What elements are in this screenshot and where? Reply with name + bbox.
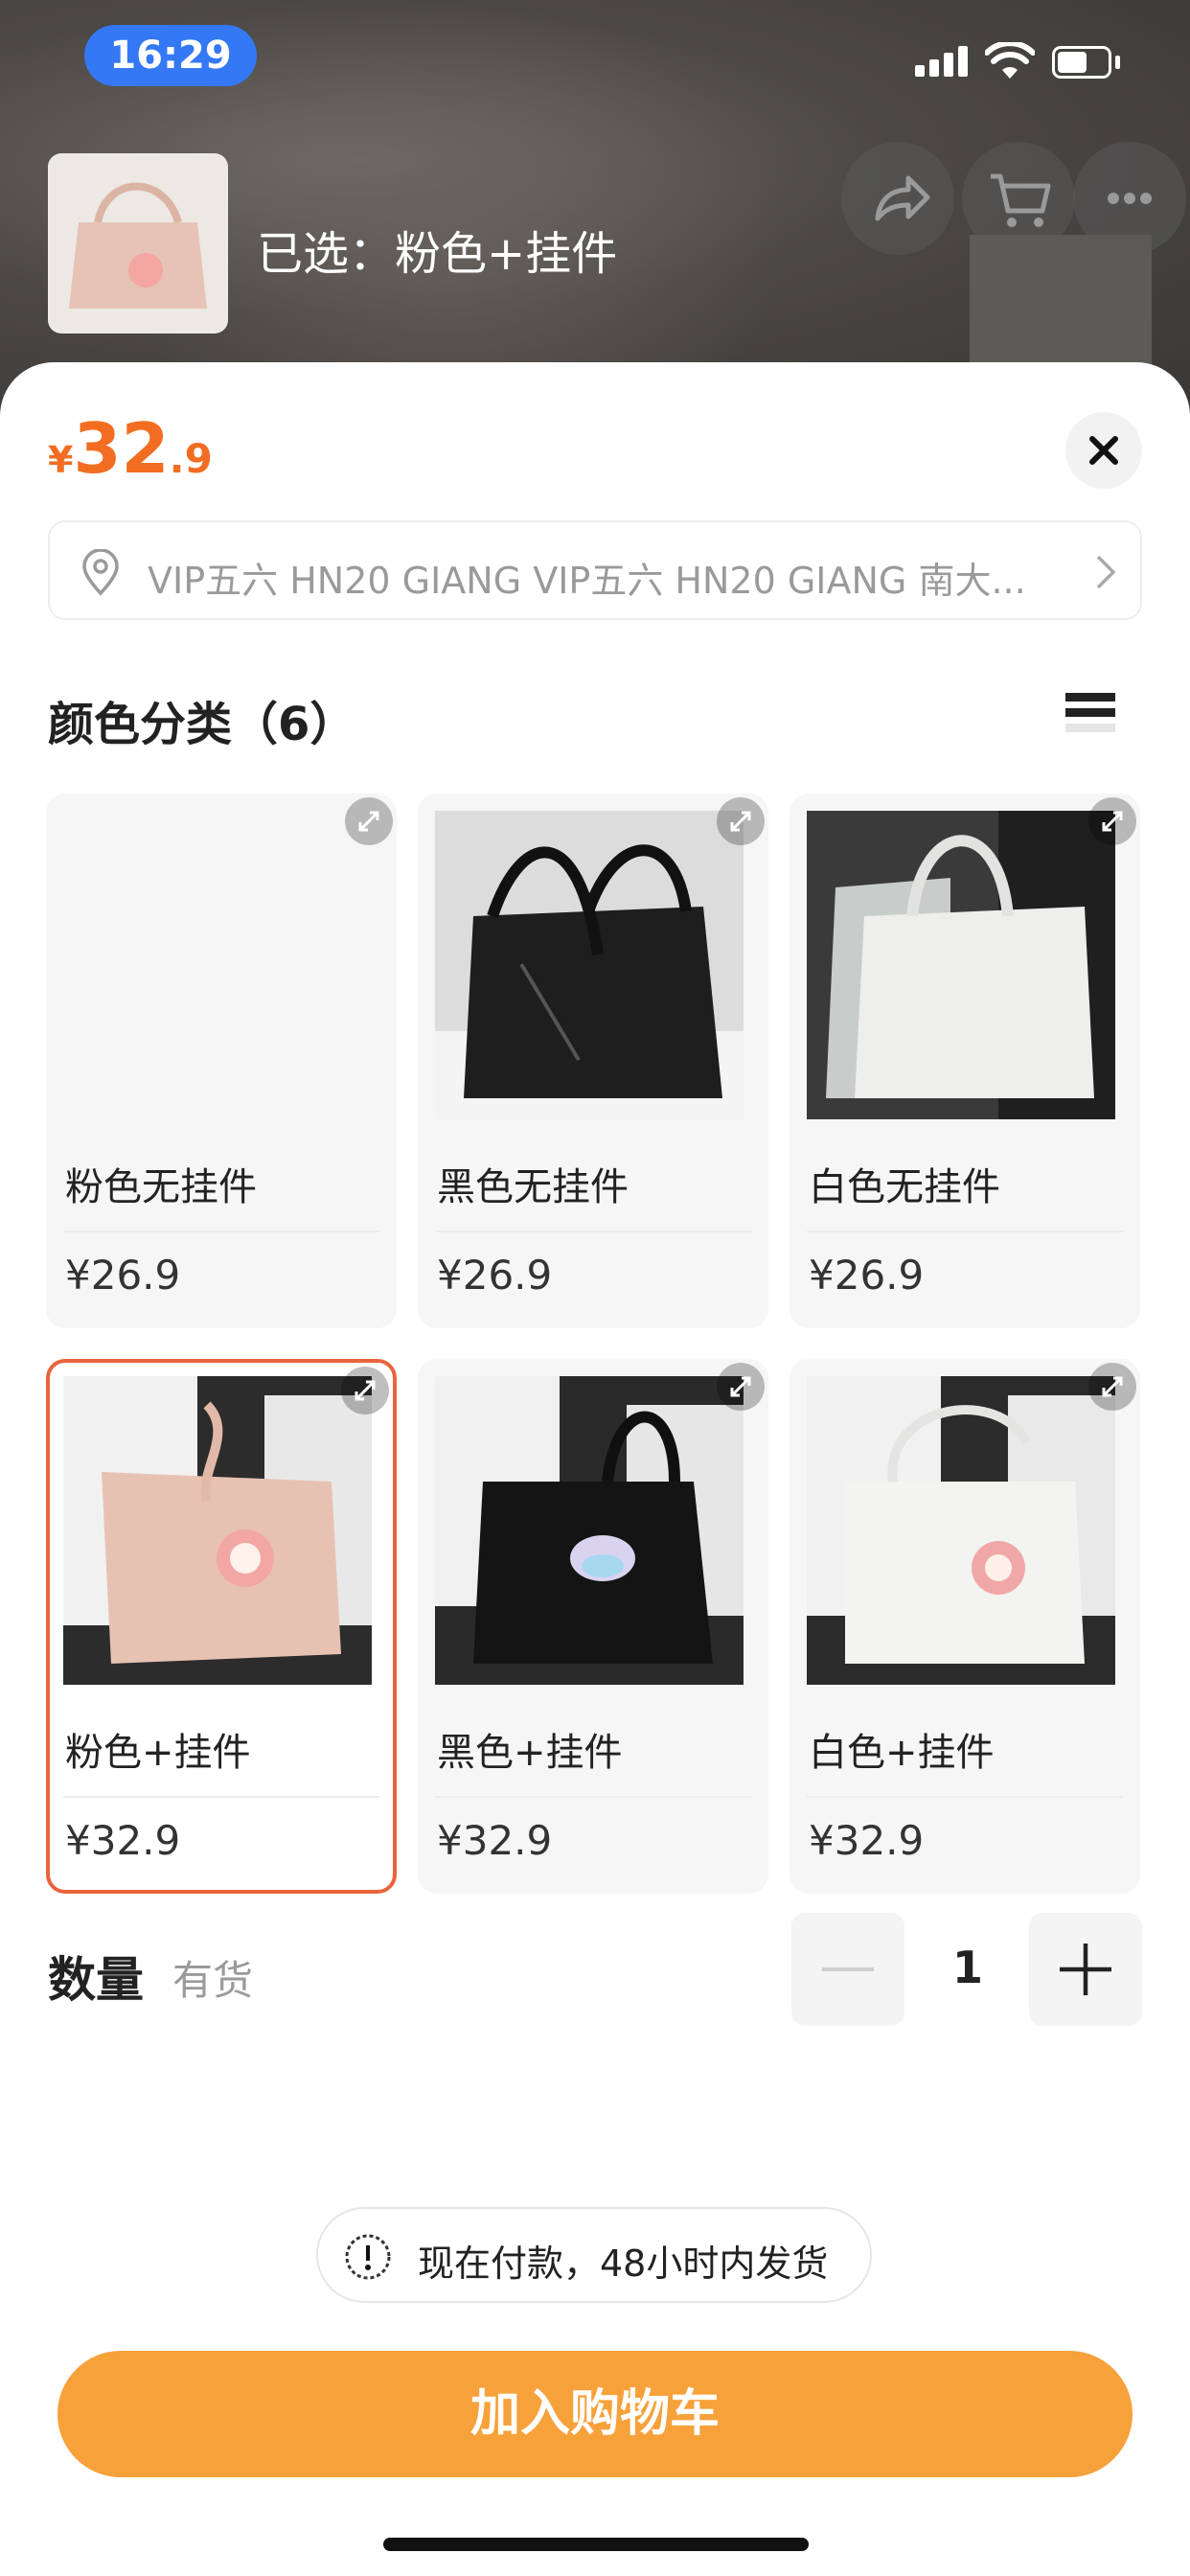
variant-card-black-charm[interactable]: 黑色+挂件 ¥32.9 [418, 1359, 768, 1894]
background-photo [970, 235, 1152, 379]
close-button[interactable] [1065, 412, 1142, 489]
expand-icon[interactable] [1088, 797, 1136, 845]
variant-card-black-no-charm[interactable]: 黑色无挂件 ¥26.9 [418, 794, 768, 1328]
info-icon [345, 2234, 391, 2280]
chevron-right-icon [1096, 555, 1116, 589]
cart-button[interactable] [962, 142, 1075, 255]
price: ¥32.9 [48, 408, 213, 489]
selected-product-thumbnail[interactable] [48, 153, 228, 334]
variant-price: ¥32.9 [437, 1817, 553, 1864]
decrease-quantity-button[interactable] [791, 1913, 904, 2026]
variant-name: 粉色+挂件 [65, 1731, 251, 1775]
shipping-notice: 现在付款，48小时内发货 [316, 2207, 872, 2303]
cart-icon [991, 173, 1051, 227]
variant-price: ¥26.9 [65, 1252, 181, 1299]
variant-price: ¥26.9 [809, 1252, 925, 1299]
notice-text: 现在付款，48小时内发货 [418, 2242, 829, 2285]
quantity-label: 数量 [48, 1952, 144, 2008]
location-pin-icon [82, 549, 119, 596]
variant-image [63, 1376, 372, 1685]
selected-variant-label: 已选：粉色+挂件 [257, 227, 618, 281]
variant-name: 白色无挂件 [809, 1165, 1000, 1209]
variant-card-pink-no-charm[interactable]: 粉色无挂件 ¥26.9 [46, 794, 397, 1328]
stock-status: 有货 [172, 1957, 254, 2004]
increase-quantity-button[interactable] [1029, 1913, 1142, 2026]
variant-name: 黑色+挂件 [437, 1731, 623, 1775]
expand-icon[interactable] [717, 797, 765, 845]
quantity-value[interactable]: 1 [939, 1942, 996, 1993]
variant-price: ¥32.9 [809, 1817, 925, 1864]
expand-icon[interactable] [1088, 1363, 1136, 1411]
variant-card-pink-charm[interactable]: 粉色+挂件 ¥32.9 [46, 1359, 397, 1894]
expand-icon[interactable] [341, 1367, 389, 1414]
variant-image [435, 1376, 744, 1685]
address-text: VIP五六 HN20 GIANG VIP五六 HN20 GIANG 南大... [148, 560, 1026, 602]
variant-price: ¥32.9 [65, 1817, 181, 1864]
expand-icon[interactable] [717, 1363, 765, 1411]
home-indicator [383, 2538, 809, 2551]
variant-card-white-no-charm[interactable]: 白色无挂件 ¥26.9 [790, 794, 1140, 1328]
variant-image [63, 811, 372, 1119]
list-view-icon[interactable] [1065, 693, 1115, 739]
variant-name: 粉色无挂件 [65, 1165, 257, 1209]
share-icon [875, 175, 930, 221]
variant-image [807, 1376, 1115, 1685]
color-category-title: 颜色分类（6） [48, 698, 356, 751]
share-button[interactable] [841, 142, 954, 255]
plus-icon [1060, 1944, 1111, 1995]
wifi-icon [985, 42, 1035, 79]
variant-image [435, 811, 744, 1119]
variant-price: ¥26.9 [437, 1252, 553, 1299]
address-selector[interactable]: VIP五六 HN20 GIANG VIP五六 HN20 GIANG 南大... [48, 520, 1142, 620]
sku-selection-sheet: ¥32.9 VIP五六 HN20 GIANG VIP五六 HN20 GIANG … [0, 362, 1190, 2576]
expand-icon[interactable] [345, 797, 393, 845]
add-to-cart-button[interactable]: 加入购物车 [57, 2351, 1133, 2477]
variant-name: 白色+挂件 [809, 1731, 995, 1775]
status-bar: 16:29 [0, 0, 1190, 105]
status-time: 16:29 [84, 25, 257, 86]
more-icon [1108, 193, 1152, 204]
minus-icon [822, 1967, 874, 1971]
close-icon [1089, 436, 1118, 465]
battery-icon [1052, 46, 1111, 79]
variant-name: 黑色无挂件 [437, 1165, 629, 1209]
variant-image [807, 811, 1115, 1119]
variant-card-white-charm[interactable]: 白色+挂件 ¥32.9 [790, 1359, 1140, 1894]
more-button[interactable] [1073, 142, 1186, 255]
